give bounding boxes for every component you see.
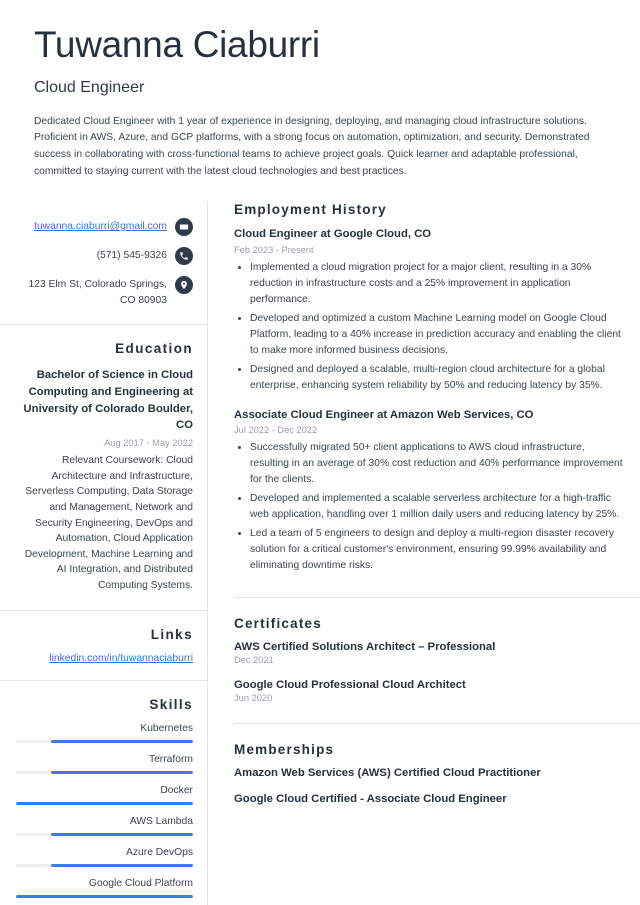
employment-list: Cloud Engineer at Google Cloud, CO Feb 20…: [234, 227, 624, 574]
link-item-linkedin[interactable]: linkedin.com/in/tuwannaciaburri: [16, 653, 193, 664]
skill-name: Docker: [160, 784, 193, 796]
employment-bullet: Developed and optimized a custom Machine…: [250, 311, 624, 359]
skill-name: Terraform: [148, 753, 193, 765]
employment-bullets: Successfully migrated 50+ client applica…: [234, 440, 624, 574]
certificates-list: AWS Certified Solutions Architect – Prof…: [234, 641, 624, 703]
certificates-heading: Certificates: [234, 616, 322, 632]
contact-phone: (571) 545-9326: [96, 250, 167, 262]
memberships-block: Memberships Amazon Web Services (AWS) Ce…: [234, 723, 640, 823]
sidebar-column: tuwanna.ciaburri@gmail.com (571) 545-932…: [0, 202, 208, 905]
employment-block: Employment History Cloud Engineer at Goo…: [234, 202, 640, 595]
resume-page: Tuwanna Ciaburri Cloud Engineer Dedicate…: [0, 0, 640, 905]
contact-address: 123 Elm St, Colorado Springs, CO 80903: [28, 279, 167, 306]
skill-item: Google Cloud Platform: [16, 878, 193, 898]
employment-bullets: Implemented a cloud migration project fo…: [234, 260, 624, 394]
membership-item: Amazon Web Services (AWS) Certified Clou…: [234, 767, 541, 780]
resume-body: tuwanna.ciaburri@gmail.com (571) 545-932…: [0, 202, 640, 905]
skill-name: Azure DevOps: [126, 846, 193, 858]
skill-name: Kubernetes: [140, 722, 193, 734]
skill-level-bar: [16, 801, 193, 805]
skill-level-bar: [16, 832, 193, 836]
contact-phone-row[interactable]: (571) 545-9326: [16, 247, 193, 266]
employment-date: Feb 2023 - Present: [234, 245, 314, 256]
main-column: Employment History Cloud Engineer at Goo…: [208, 202, 640, 905]
skill-item: Docker: [16, 785, 193, 805]
certificates-block: Certificates AWS Certified Solutions Arc…: [234, 597, 640, 721]
professional-summary: Dedicated Cloud Engineer with 1 year of …: [34, 115, 590, 177]
skill-level-fill: [51, 863, 193, 867]
employment-bullet: Successfully migrated 50+ client applica…: [250, 440, 624, 488]
employment-bullet: Designed and deployed a scalable, multi-…: [250, 362, 624, 394]
envelope-icon: [175, 218, 193, 237]
skill-level-fill: [51, 739, 193, 743]
skills-list: Kubernetes Terraform Docker AWS Lambda Azure…: [16, 723, 193, 905]
education-heading: Education: [115, 341, 193, 357]
links-heading: Links: [150, 626, 193, 642]
candidate-name: Tuwanna Ciaburri: [34, 24, 320, 65]
phone-icon: [175, 247, 193, 266]
certificate-name: AWS Certified Solutions Architect – Prof…: [234, 641, 496, 654]
contact-email[interactable]: tuwanna.ciaburri@gmail.com: [34, 218, 167, 234]
certificate-date: Jun 2020: [234, 693, 273, 704]
education-date: Aug 2017 - May 2022: [104, 437, 193, 448]
memberships-list: Amazon Web Services (AWS) Certified Clou…: [234, 767, 624, 805]
location-pin-icon: [175, 276, 193, 295]
education-block: Education Bachelor of Science in Cloud C…: [0, 325, 207, 611]
employment-entry: Cloud Engineer at Google Cloud, CO Feb 20…: [234, 227, 624, 393]
certificate-item: Google Cloud Professional Cloud Architec…: [234, 679, 624, 703]
skill-level-bar: [16, 894, 193, 898]
skill-level-fill: [51, 770, 193, 774]
contact-block: tuwanna.ciaburri@gmail.com (571) 545-932…: [0, 202, 207, 326]
skill-level-bar: [16, 739, 193, 743]
contact-email-row[interactable]: tuwanna.ciaburri@gmail.com: [16, 218, 193, 237]
skill-item: Azure DevOps: [16, 847, 193, 867]
education-coursework: Relevant Coursework: Cloud Architecture …: [24, 454, 193, 592]
education-degree: Bachelor of Science in Cloud Computing a…: [23, 369, 193, 432]
employment-date: Jul 2022 - Dec 2022: [234, 425, 318, 436]
employment-title: Cloud Engineer at Google Cloud, CO: [234, 228, 432, 241]
skill-level-fill: [16, 894, 193, 898]
employment-bullet: Developed and implemented a scalable ser…: [250, 491, 624, 523]
certificate-name: Google Cloud Professional Cloud Architec…: [234, 679, 466, 692]
memberships-heading: Memberships: [234, 742, 335, 758]
employment-bullet: Led a team of 5 engineers to design and …: [250, 526, 624, 574]
skill-level-bar: [16, 863, 193, 867]
employment-title: Associate Cloud Engineer at Amazon Web S…: [234, 408, 534, 421]
candidate-job-title: Cloud Engineer: [34, 78, 145, 96]
certificate-item: AWS Certified Solutions Architect – Prof…: [234, 641, 624, 665]
skill-level-fill: [51, 832, 193, 836]
resume-header: Tuwanna Ciaburri Cloud Engineer Dedicate…: [0, 0, 640, 180]
membership-item: Google Cloud Certified - Associate Cloud…: [234, 793, 507, 806]
skill-item: Terraform: [16, 754, 193, 774]
employment-entry: Associate Cloud Engineer at Amazon Web S…: [234, 408, 624, 574]
contact-address-row: 123 Elm St, Colorado Springs, CO 80903: [16, 276, 193, 308]
certificate-date: Dec 2021: [234, 655, 274, 666]
skills-block: Skills Kubernetes Terraform Docker AWS Lamb…: [0, 681, 207, 905]
skill-level-fill: [16, 801, 193, 805]
skill-name: Google Cloud Platform: [88, 877, 193, 889]
skill-name: AWS Lambda: [129, 815, 193, 827]
skill-level-bar: [16, 770, 193, 774]
skills-heading: Skills: [149, 696, 193, 712]
employment-heading: Employment History: [234, 202, 387, 218]
skill-item: Kubernetes: [16, 723, 193, 743]
links-block: Links linkedin.com/in/tuwannaciaburri: [0, 611, 207, 681]
skill-item: AWS Lambda: [16, 816, 193, 836]
employment-bullet: Implemented a cloud migration project fo…: [250, 260, 624, 308]
